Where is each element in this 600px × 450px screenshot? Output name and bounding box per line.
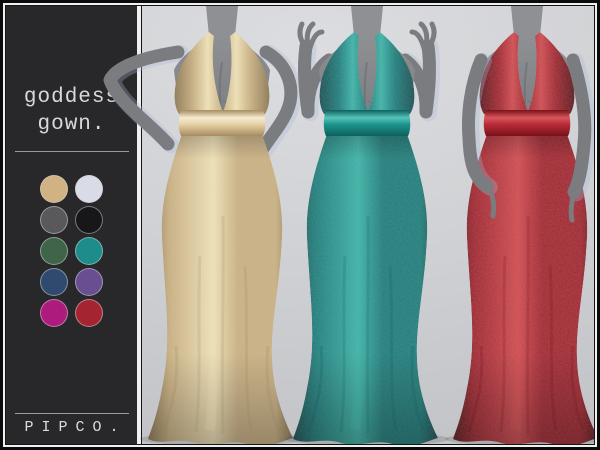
swatch-navy [40, 268, 68, 296]
swatch-black [75, 206, 103, 234]
product-title: goddess gown. [24, 84, 119, 138]
divider-bottom [15, 413, 129, 414]
swatch-green [40, 237, 68, 265]
swatch-purple [75, 268, 103, 296]
product-title-line1: goddess [24, 84, 119, 111]
inner-frame: goddess gown. PIPCO. [5, 5, 595, 445]
swatch-gold [40, 175, 68, 203]
swatch-gray [40, 206, 68, 234]
outer-frame: goddess gown. PIPCO. [3, 3, 597, 447]
cc-preview-card: goddess gown. PIPCO. [0, 0, 600, 450]
swatch-teal [75, 237, 103, 265]
divider-top [15, 151, 129, 152]
product-title-line2: gown. [24, 111, 119, 138]
swatch-magenta [40, 299, 68, 327]
info-sidebar: goddess gown. PIPCO. [6, 6, 137, 444]
swatch-grid [40, 175, 103, 327]
swatch-lavender [75, 175, 103, 203]
panel-separator [137, 6, 142, 444]
swatch-red [75, 299, 103, 327]
creator-name: PIPCO. [16, 419, 126, 436]
